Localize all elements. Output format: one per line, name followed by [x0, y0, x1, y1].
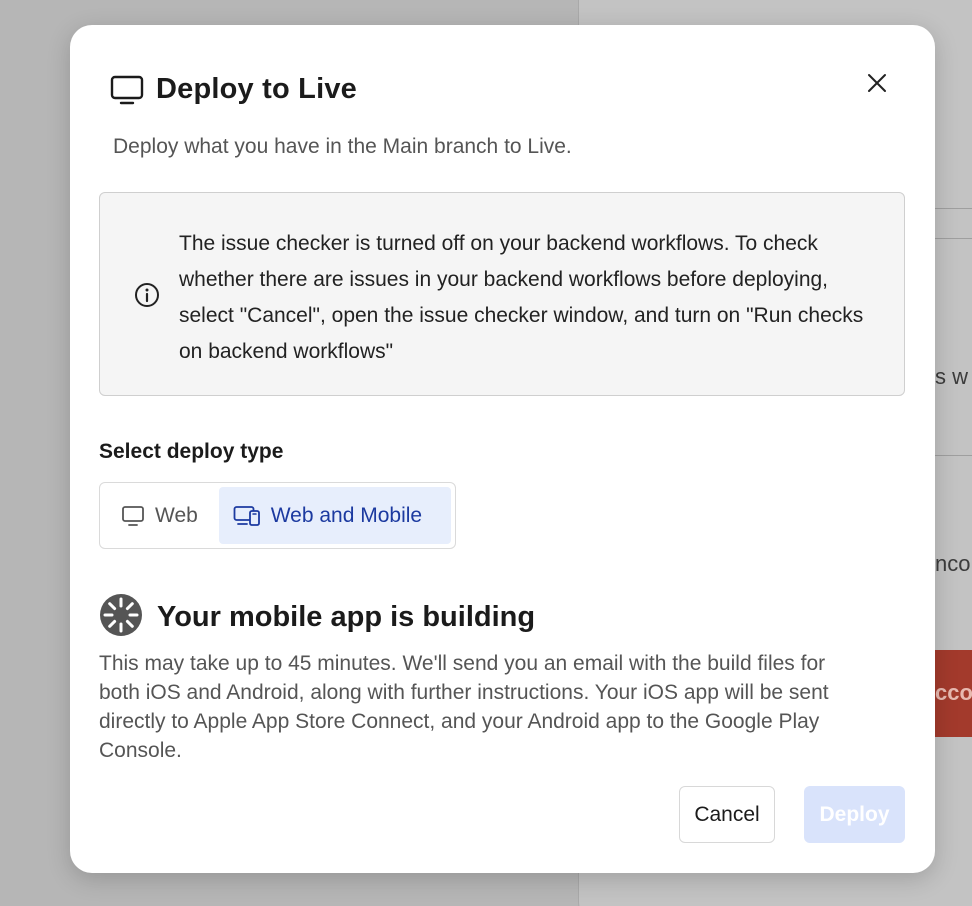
- background-divider: [935, 238, 972, 239]
- monitor-icon: [121, 505, 145, 527]
- notice-text: The issue checker is turned off on your …: [179, 232, 864, 363]
- modal-header: Deploy to Live: [110, 73, 357, 106]
- background-button: cco: [935, 650, 972, 737]
- background-text: nco: [935, 551, 971, 576]
- background-button-label: cco: [935, 680, 972, 705]
- background-divider: [935, 208, 972, 209]
- deploy-type-web-label: Web: [155, 503, 198, 527]
- deploy-button[interactable]: Deploy: [804, 786, 905, 843]
- deploy-type-label: Select deploy type: [99, 440, 284, 463]
- build-description: This may take up to 45 minutes. We'll se…: [99, 652, 829, 762]
- deploy-type-selector: Web Web and Mobile: [99, 482, 456, 549]
- info-icon: [134, 282, 160, 313]
- cancel-button[interactable]: Cancel: [679, 786, 775, 843]
- background-divider: [935, 455, 972, 456]
- deploy-modal: Deploy to Live Deploy what you have in t…: [70, 25, 935, 873]
- close-button[interactable]: [865, 71, 889, 95]
- build-title: Your mobile app is building: [157, 601, 536, 633]
- build-status: Your mobile app is building: [99, 593, 535, 642]
- deploy-type-web[interactable]: Web: [104, 487, 219, 544]
- deploy-type-web-and-mobile-label: Web and Mobile: [270, 503, 423, 527]
- spinner-icon: [99, 593, 143, 642]
- devices-icon: [233, 505, 261, 527]
- modal-title: Deploy to Live: [156, 73, 357, 105]
- modal-subtitle: Deploy what you have in the Main branch …: [113, 135, 572, 158]
- close-icon: [868, 74, 886, 92]
- background-text: s w: [935, 364, 968, 389]
- issue-checker-notice: The issue checker is turned off on your …: [99, 192, 905, 396]
- deploy-type-web-and-mobile[interactable]: Web and Mobile: [218, 487, 451, 544]
- monitor-icon: [110, 74, 144, 106]
